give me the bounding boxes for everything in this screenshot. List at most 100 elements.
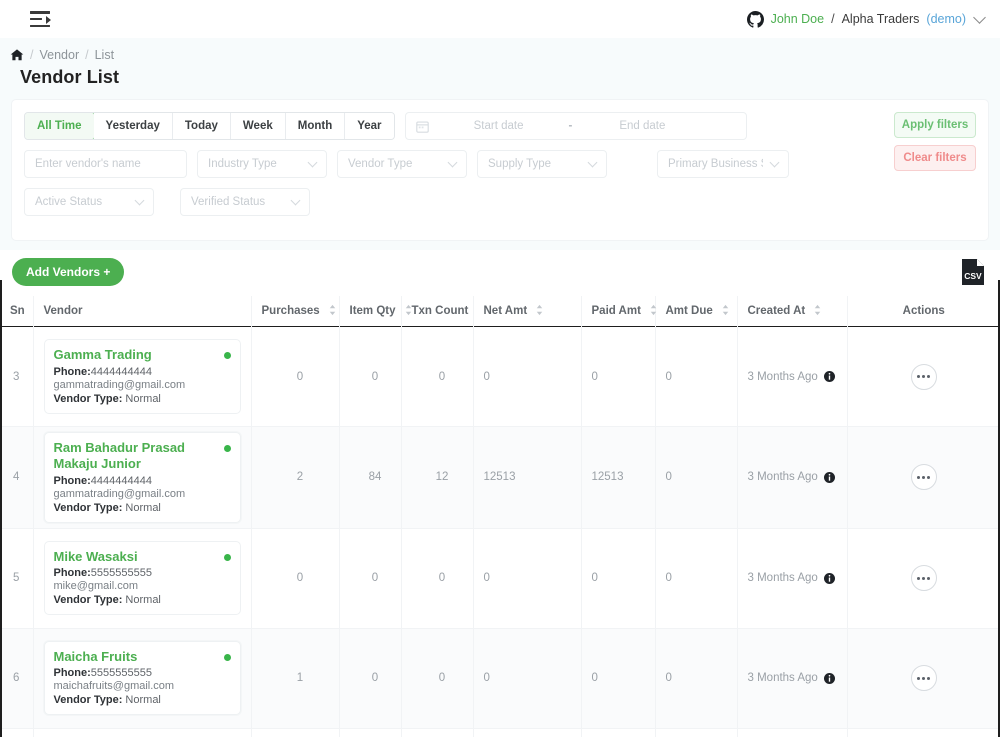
column-header-amt-due[interactable]: Amt Due <box>654 296 737 327</box>
column-header-purchases[interactable]: Purchases <box>250 296 339 327</box>
cell-actions <box>846 528 1000 629</box>
cell-vendor: Gamma Trading Phone:4444444444 gammatrad… <box>32 326 251 427</box>
breadcrumb-item-vendor[interactable]: Vendor <box>39 48 79 62</box>
info-icon[interactable] <box>823 471 835 483</box>
table-body: 3 Gamma Trading Phone:4444444444 gammatr… <box>0 326 1000 737</box>
primary-business-sector-select[interactable]: Primary Business Se <box>657 150 789 178</box>
clear-filters-button[interactable]: Clear filters <box>894 145 976 171</box>
column-label: Vendor <box>43 304 83 317</box>
add-vendors-button[interactable]: Add Vendors + <box>12 258 125 286</box>
verified-status-select[interactable]: Verified Status <box>180 188 310 216</box>
sort-icon[interactable] <box>649 304 658 316</box>
time-segment-today[interactable]: Today <box>172 113 231 139</box>
column-header-sn: Sn <box>0 296 33 327</box>
vendor-type: Vendor Type: Normal <box>53 392 161 405</box>
table-row[interactable]: 4 Ram Bahadur Prasad Makaju Junior Phone… <box>0 426 1000 529</box>
apply-filters-button[interactable]: Apply filters <box>894 112 976 138</box>
vendor-name: Ram Bahadur Prasad Makaju Junior <box>53 440 186 472</box>
table-row[interactable]: 5 Mike Wasaksi Phone:5555555555 mike@gma… <box>0 528 1000 629</box>
created-at-text: 3 Months Ago <box>747 471 818 484</box>
column-header-created-at[interactable]: Created At <box>736 296 847 327</box>
column-label: Paid Amt <box>591 305 641 317</box>
cell-purchases: 0 <box>250 528 339 629</box>
vendor-type: Vendor Type: Normal <box>53 594 161 607</box>
sort-icon[interactable] <box>535 304 544 316</box>
user-separator: / <box>831 12 835 26</box>
active-status-select[interactable]: Active Status <box>24 188 154 216</box>
created-at-text: 3 Months Ago <box>747 572 818 584</box>
start-date-input[interactable]: Start date <box>439 120 559 132</box>
page-canvas: / Vendor / List Vendor List All Time Yes… <box>0 38 1000 737</box>
column-header-vendor: Vendor <box>32 296 251 327</box>
column-header-item-qty[interactable]: Item Qty <box>338 296 411 327</box>
filter-panel: All Time Yesterday Today Week Month Year… <box>12 100 988 240</box>
sort-icon[interactable] <box>813 304 822 316</box>
time-segment-year[interactable]: Year <box>345 113 394 139</box>
vendor-status-dot <box>223 445 231 452</box>
cell-txn-count: 12 <box>400 426 473 529</box>
vendor-status-dot <box>223 352 231 360</box>
row-actions-button[interactable] <box>910 565 937 591</box>
time-segment-week[interactable]: Week <box>230 113 286 139</box>
cell-purchases: 1 <box>250 728 339 737</box>
sort-icon[interactable] <box>721 304 730 316</box>
vendor-type-select[interactable]: Vendor Type <box>337 150 467 178</box>
vendor-name-input[interactable]: Enter vendor's name <box>24 150 187 178</box>
column-header-paid-amt[interactable]: Paid Amt <box>580 296 658 327</box>
vendor-card[interactable]: Mike Wasaksi Phone:5555555555 mike@gmail… <box>43 540 241 616</box>
cell-purchases: 2 <box>250 426 339 529</box>
filter-row-1: All Time Yesterday Today Week Month Year… <box>24 112 976 140</box>
supply-type-value: Supply Type <box>488 158 552 170</box>
info-icon[interactable] <box>823 572 835 584</box>
industry-type-select[interactable]: Industry Type <box>197 150 327 178</box>
sort-icon[interactable] <box>328 304 337 316</box>
info-icon[interactable] <box>823 371 835 382</box>
info-icon[interactable] <box>823 672 835 684</box>
home-icon[interactable] <box>10 48 24 62</box>
row-actions-button[interactable] <box>910 464 937 491</box>
user-menu[interactable]: John Doe / Alpha Traders (demo) <box>746 10 986 28</box>
cell-sn: 4 <box>0 426 33 529</box>
table-row[interactable]: 7 Baucha Fruits Phone:0000000000 Vendor … <box>0 728 1000 737</box>
date-range-picker[interactable]: Start date - End date <box>404 112 747 140</box>
breadcrumb: / Vendor / List <box>10 48 1000 62</box>
cell-paid-amt: 0 <box>580 528 655 629</box>
chevron-down-icon <box>290 195 301 206</box>
table-row[interactable]: 3 Gamma Trading Phone:4444444444 gammatr… <box>0 326 1000 427</box>
vendor-phone: Phone:4444444444 <box>53 365 152 378</box>
chevron-down-icon[interactable] <box>973 10 986 24</box>
column-header-net-amt[interactable]: Net Amt <box>472 296 581 327</box>
vendor-type-value: Vendor Type <box>348 158 413 170</box>
vendor-card[interactable]: Ram Bahadur Prasad Makaju Junior Phone:4… <box>43 432 241 523</box>
time-segment-yesterday[interactable]: Yesterday <box>93 113 173 139</box>
cell-created-at: 3 Months Ago <box>736 326 847 427</box>
cell-vendor: Ram Bahadur Prasad Makaju Junior Phone:4… <box>32 426 251 529</box>
column-label: Actions <box>902 304 945 317</box>
cell-paid-amt: 12513 <box>580 426 655 529</box>
cell-amt-due: 0 <box>654 326 737 427</box>
table-scroll-edge-left <box>0 280 2 737</box>
vendor-card[interactable]: Maicha Fruits Phone:5555555555 maichafru… <box>43 640 241 716</box>
vendor-name: Gamma Trading <box>53 347 152 363</box>
csv-download-icon[interactable]: CSV <box>960 258 986 286</box>
verified-status-value: Verified Status <box>191 196 266 208</box>
time-range-segmented-control: All Time Yesterday Today Week Month Year <box>24 112 395 140</box>
vendor-type: Vendor Type: Normal <box>53 501 161 514</box>
time-segment-month[interactable]: Month <box>285 113 346 139</box>
cell-amt-due: 0 <box>654 528 737 629</box>
supply-type-select[interactable]: Supply Type <box>477 150 607 178</box>
row-actions-button[interactable] <box>910 665 937 691</box>
row-actions-button[interactable] <box>910 363 937 390</box>
time-segment-all-time[interactable]: All Time <box>24 113 95 139</box>
cell-paid-amt: 0 <box>580 326 655 427</box>
end-date-input[interactable]: End date <box>582 120 702 132</box>
table-toolbar: Add Vendors + CSV <box>0 250 1000 296</box>
vendor-type: Vendor Type: Normal <box>53 694 161 707</box>
table-row[interactable]: 6 Maicha Fruits Phone:5555555555 maichaf… <box>0 628 1000 729</box>
cell-net-amt: 0 <box>472 728 581 737</box>
cell-sn: 3 <box>0 326 33 427</box>
cell-item-qty: 0 <box>338 528 401 629</box>
sidebar-toggle-icon[interactable] <box>30 11 51 27</box>
breadcrumb-item-list[interactable]: List <box>95 48 114 62</box>
vendor-card[interactable]: Gamma Trading Phone:4444444444 gammatrad… <box>43 339 241 414</box>
